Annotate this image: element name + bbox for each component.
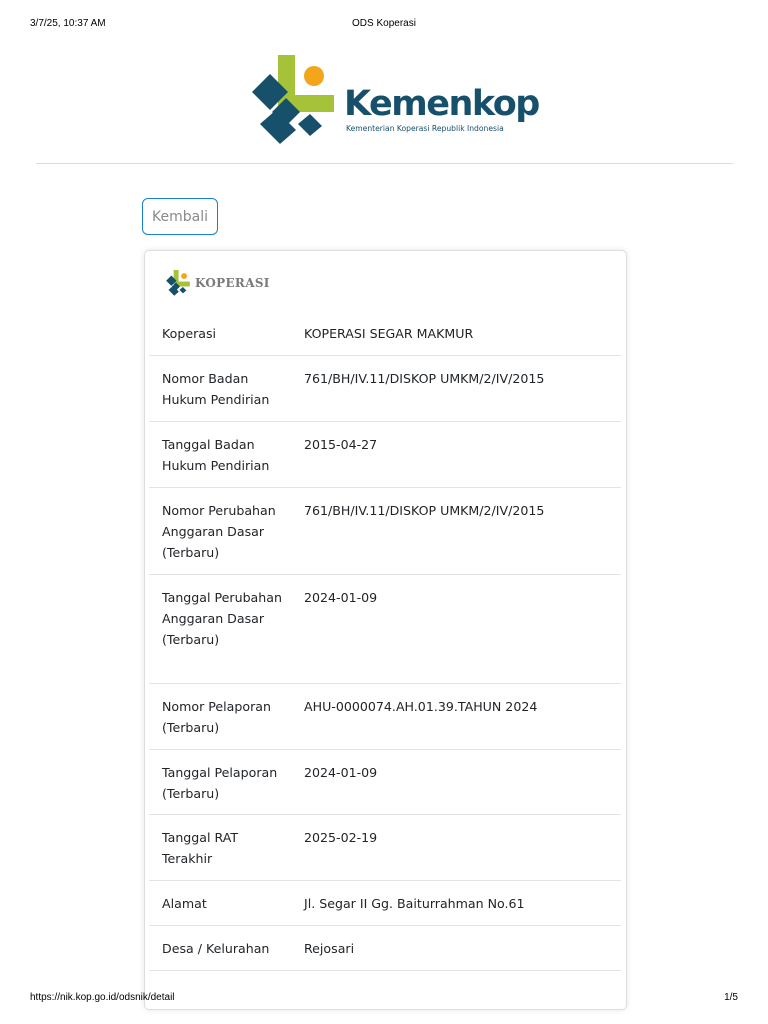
kemenkop-logo: Kemenkop Kementerian Koperasi Republik I… [248,54,540,146]
detail-row-tanggal-bh-pendirian: Tanggal Badan Hukum Pendirian 2015-04-27 [149,422,621,488]
detail-table: Koperasi KOPERASI SEGAR MAKMUR Nomor Bad… [149,311,621,1001]
row-value: 761/BH/IV.11/DISKOP UMKM/2/IV/2015 [304,503,545,518]
logo-wordmark: Kemenkop [344,84,540,124]
detail-row-tanggal-pelaporan: Tanggal Pelaporan (Terbaru) 2024-01-09 [149,750,621,815]
row-value: 761/BH/IV.11/DISKOP UMKM/2/IV/2015 [304,371,545,386]
row-value: Rejosari [304,941,355,956]
row-value: 2024-01-09 [304,765,378,780]
row-value: KOPERASI SEGAR MAKMUR [304,326,474,341]
detail-row-koperasi: Koperasi KOPERASI SEGAR MAKMUR [149,311,621,356]
print-header: 3/7/25, 10:37 AM ODS Koperasi [0,18,768,34]
row-label: Tanggal RAT Terakhir [162,830,239,866]
card-header: KOPERASI [165,269,270,297]
print-page-number: 1/5 [724,992,738,1003]
kemenkop-small-logo-icon [166,270,190,296]
detail-row-desa-kelurahan: Desa / Kelurahan Rejosari [149,926,621,971]
detail-row-nomor-perubahan-ad: Nomor Perubahan Anggaran Dasar (Terbaru)… [149,488,621,575]
detail-row-tanggal-rat: Tanggal RAT Terakhir 2025-02-19 [149,815,621,881]
detail-row-alamat: Alamat Jl. Segar II Gg. Baiturrahman No.… [149,881,621,926]
detail-row-tanggal-perubahan-ad: Tanggal Perubahan Anggaran Dasar (Terbar… [149,575,621,684]
detail-row-nomor-bh-pendirian: Nomor Badan Hukum Pendirian 761/BH/IV.11… [149,356,621,422]
row-label: Nomor Perubahan Anggaran Dasar (Terbaru) [162,503,276,560]
logo-tagline: Kementerian Koperasi Republik Indonesia [346,124,504,133]
row-value: Jl. Segar II Gg. Baiturrahman No.61 [304,896,525,911]
row-label: Tanggal Perubahan Anggaran Dasar (Terbar… [162,590,282,647]
back-button[interactable]: Kembali [142,198,218,235]
detail-row-nomor-pelaporan: Nomor Pelaporan (Terbaru) AHU-0000074.AH… [149,684,621,750]
row-label: Nomor Pelaporan (Terbaru) [162,699,271,735]
row-label: Tanggal Pelaporan (Terbaru) [162,765,278,801]
row-label: Tanggal Badan Hukum Pendirian [162,437,270,473]
row-value: 2024-01-09 [304,590,378,605]
header-divider [36,163,733,164]
row-label: Nomor Badan Hukum Pendirian [162,371,270,407]
print-url: https://nik.kop.go.id/odsnik/detail [30,992,175,1003]
row-label: Desa / Kelurahan [162,941,270,956]
row-label: Alamat [162,896,207,911]
koperasi-detail-card: KOPERASI Koperasi KOPERASI SEGAR MAKMUR … [144,250,627,1010]
kemenkop-logo-icon [252,55,334,144]
row-value: 2015-04-27 [304,437,378,452]
print-title: ODS Koperasi [352,18,416,29]
card-title: KOPERASI [195,276,270,290]
row-value: 2025-02-19 [304,830,378,845]
row-value: AHU-0000074.AH.01.39.TAHUN 2024 [304,699,538,714]
print-footer: https://nik.kop.go.id/odsnik/detail 1/5 [0,992,768,1008]
row-label: Koperasi [162,326,217,341]
